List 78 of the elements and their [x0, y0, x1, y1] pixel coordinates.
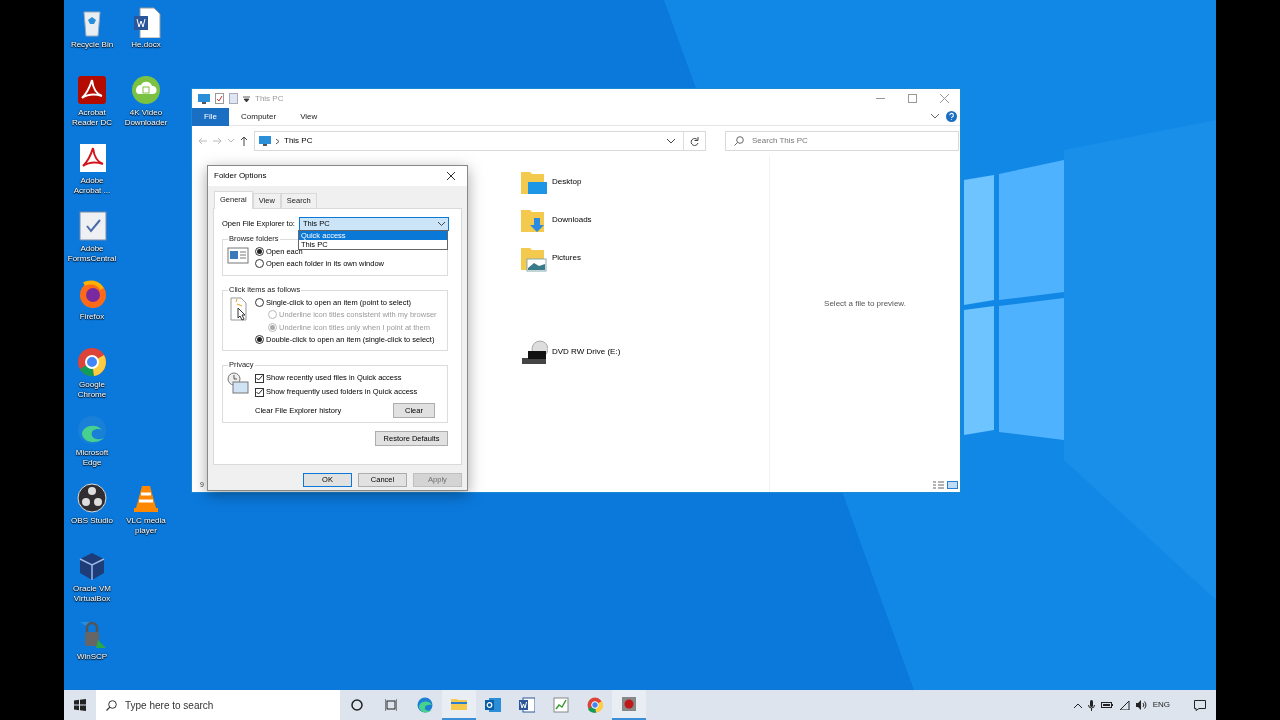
desktop-shortcut[interactable]: Google Chrome — [66, 346, 118, 400]
radio-button[interactable] — [255, 259, 264, 269]
ribbon-tab[interactable]: View — [288, 110, 330, 123]
taskbar-search-field[interactable]: Type here to search — [125, 697, 325, 713]
desktop-shortcut[interactable]: Acrobat Reader DC — [66, 74, 118, 128]
ribbon-tab[interactable]: Computer — [229, 110, 289, 123]
folder-icon — [520, 246, 548, 274]
folder-icon — [451, 696, 467, 712]
app-icon — [76, 346, 108, 378]
desktop-shortcut[interactable]: Oracle VM VirtualBox — [66, 550, 118, 604]
search-icon — [106, 699, 117, 711]
app-icon — [621, 696, 637, 712]
desktop-shortcut[interactable]: WinSCP — [66, 618, 118, 662]
network-icon[interactable] — [1118, 700, 1130, 710]
app-icon — [130, 74, 162, 106]
help-icon[interactable] — [946, 111, 957, 122]
maximize-icon[interactable] — [907, 94, 917, 103]
large-icons-view-icon[interactable] — [947, 481, 958, 489]
file-item[interactable]: Downloads — [520, 208, 769, 246]
app-icon — [76, 74, 108, 106]
window-title: This PC — [255, 92, 284, 105]
dropdown-icon[interactable] — [667, 138, 675, 144]
caret-icon — [437, 222, 445, 226]
caret-icon[interactable] — [243, 95, 250, 102]
desktop-shortcut[interactable]: Firefox — [66, 278, 118, 322]
expand-ribbon-icon[interactable] — [931, 114, 939, 119]
microphone-icon[interactable] — [1087, 699, 1095, 711]
battery-icon[interactable] — [1100, 701, 1113, 709]
taskbar-app[interactable] — [442, 690, 476, 720]
desktop-shortcut[interactable]: Recycle Bin — [66, 6, 118, 50]
search-icon — [734, 136, 744, 146]
desktop-shortcut[interactable]: He.docx — [120, 6, 172, 50]
app-icon — [76, 414, 108, 446]
edge-icon — [417, 697, 433, 713]
desktop-shortcut[interactable]: OBS Studio — [66, 482, 118, 526]
chrome-icon — [587, 697, 603, 713]
notifications-icon[interactable] — [1194, 699, 1206, 711]
mail-icon — [485, 697, 501, 713]
desktop-shortcut[interactable]: 4K Video Downloader — [120, 74, 172, 128]
taskbar-search-box[interactable]: Type here to search — [96, 690, 340, 720]
radio-button[interactable] — [255, 246, 264, 256]
clock-document-icon — [227, 371, 249, 397]
file-item[interactable]: Desktop — [520, 170, 769, 208]
app-icon — [76, 210, 108, 242]
language-indicator[interactable]: ENG — [1152, 699, 1170, 711]
dialog-title: Folder Options — [214, 170, 267, 182]
file-item[interactable]: Pictures — [520, 246, 769, 284]
cortana-icon[interactable] — [351, 699, 363, 711]
desktop-shortcut[interactable]: Adobe FormsCentral — [66, 210, 118, 264]
app-icon — [76, 482, 108, 514]
search-box[interactable]: Search This PC — [725, 131, 959, 151]
refresh-icon[interactable] — [690, 136, 699, 146]
checkbox[interactable] — [255, 387, 264, 397]
document-icon — [519, 697, 535, 713]
computer-icon — [259, 136, 271, 146]
taskbar-app[interactable] — [612, 690, 646, 720]
computer-icon — [198, 93, 210, 104]
file-menu[interactable]: File — [192, 107, 229, 126]
desktop-shortcut[interactable]: VLC media player — [120, 482, 172, 536]
desktop-shortcut[interactable]: Microsoft Edge — [66, 414, 118, 468]
address-bar[interactable]: This PC — [254, 131, 706, 151]
chevron-icon[interactable] — [1073, 702, 1082, 708]
close-icon[interactable] — [447, 172, 455, 180]
chart-icon — [553, 697, 569, 713]
radio-button[interactable] — [255, 297, 264, 307]
document-cursor-icon — [227, 296, 249, 322]
radio-button[interactable] — [255, 335, 264, 345]
checkbox[interactable] — [255, 373, 264, 383]
properties-icon[interactable] — [215, 93, 224, 104]
search-field[interactable]: Search This PC — [752, 135, 942, 147]
task-view-icon[interactable] — [385, 699, 397, 711]
address-text: This PC — [284, 135, 313, 147]
volume-icon[interactable] — [1135, 700, 1147, 710]
start-icon[interactable] — [74, 699, 86, 711]
desktop-shortcut[interactable]: Adobe Acrobat ... — [66, 142, 118, 196]
file-item[interactable]: DVD RW Drive (E:) — [520, 340, 769, 378]
up-icon[interactable] — [240, 136, 248, 146]
chevron-icon — [275, 137, 280, 145]
